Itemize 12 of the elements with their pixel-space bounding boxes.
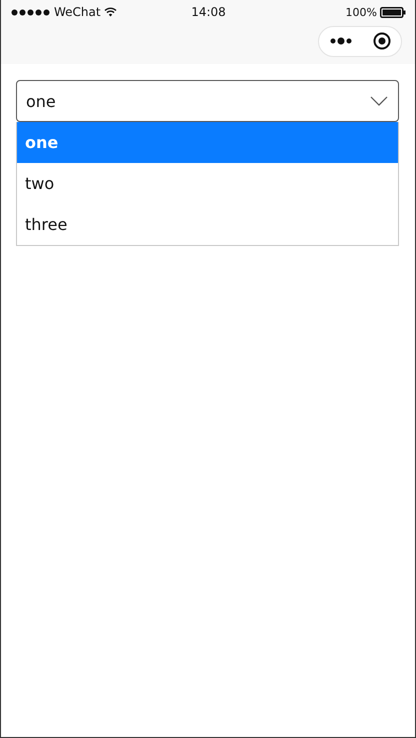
wifi-icon: [104, 7, 117, 17]
select-value: one: [26, 92, 56, 110]
signal-icon: [11, 8, 51, 16]
chevron-down-icon: [370, 96, 388, 106]
dropdown-option[interactable]: one: [17, 122, 398, 163]
carrier-name: WeChat: [54, 5, 101, 19]
battery-icon: [380, 6, 406, 18]
close-icon[interactable]: [372, 32, 390, 50]
battery-percent: 100%: [346, 6, 377, 18]
select-field[interactable]: one: [16, 80, 399, 122]
status-time: 14:08: [191, 5, 226, 19]
more-icon[interactable]: [330, 37, 352, 45]
